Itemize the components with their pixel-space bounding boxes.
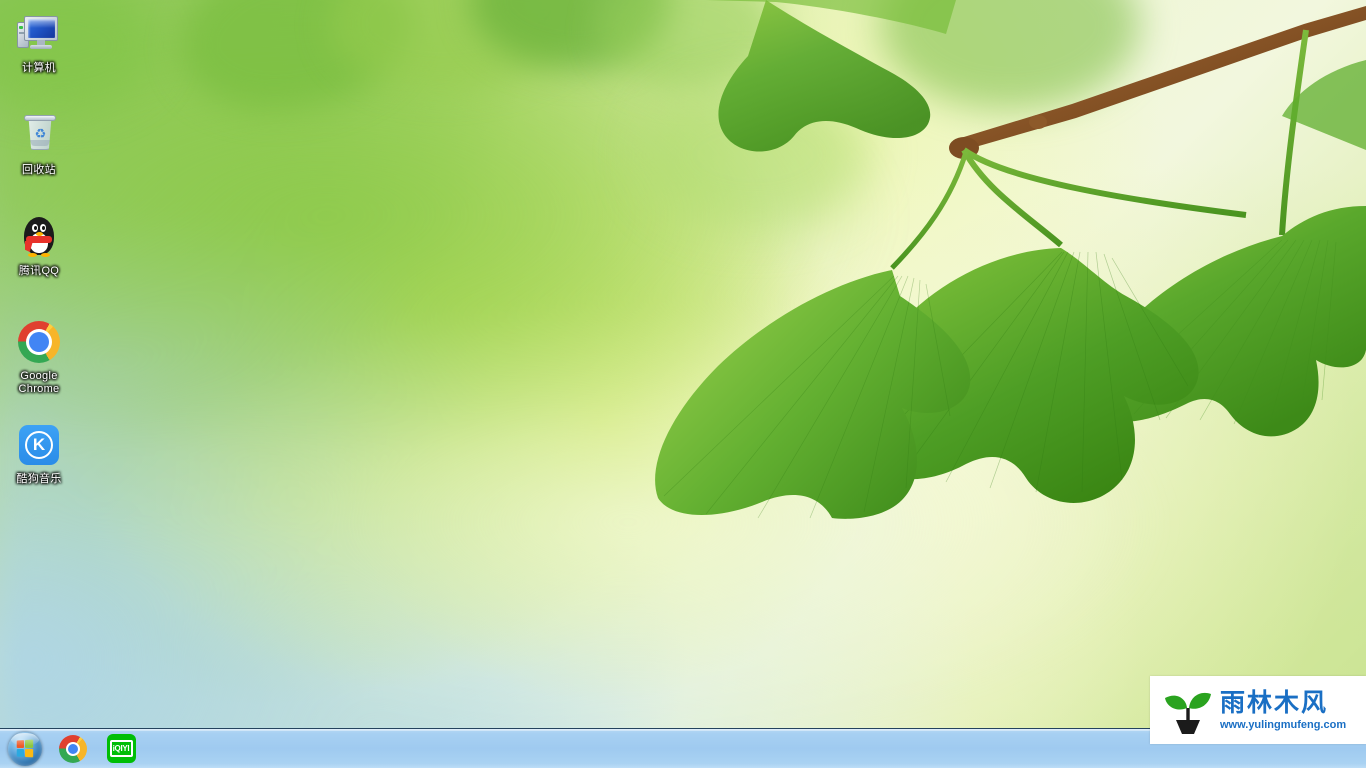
iqiyi-icon: iQIYI [106,734,136,763]
watermark-brand: 雨林木风 [1220,688,1329,717]
sprout-seedling-icon [1160,684,1216,736]
watermark-url: www.yulingmufeng.com [1220,718,1347,731]
desktop-icon-recycle-bin[interactable]: ♻ 回收站 [2,112,76,177]
computer-icon [15,10,63,58]
desktop-icon-grid: 计算机 ♻ 回收站 腾讯QQ Google Chrome K 酷狗音乐 [0,0,110,730]
kugou-icon: K [15,421,63,469]
windows-start-orb-icon [8,731,42,766]
taskbar-item-iqiyi[interactable]: iQIYI [101,731,141,767]
desktop-icon-label: 回收站 [22,164,56,176]
ginkgo-leaf-cluster [606,0,1366,520]
desktop-icon-google-chrome[interactable]: Google Chrome [2,318,76,396]
taskbar-item-chrome[interactable] [53,731,93,767]
desktop[interactable]: 计算机 ♻ 回收站 腾讯QQ Google Chrome K 酷狗音乐 [0,0,1366,768]
desktop-icon-tencent-qq[interactable]: 腾讯QQ [2,213,76,278]
desktop-icon-label: 计算机 [22,62,56,74]
desktop-icon-label: 酷狗音乐 [16,473,62,485]
iqiyi-logo-text: iQIYI [112,743,130,753]
desktop-icon-label: 腾讯QQ [18,265,60,277]
watermark-badge: 雨林木风 www.yulingmufeng.com [1150,676,1366,744]
chrome-icon [15,318,63,366]
start-button[interactable] [5,731,45,767]
desktop-icon-label: Google Chrome [18,370,60,395]
desktop-icon-kugou-music[interactable]: K 酷狗音乐 [2,421,76,486]
qq-penguin-icon [15,213,63,261]
recycle-bin-icon: ♻ [15,112,63,160]
desktop-icon-computer[interactable]: 计算机 [2,10,76,75]
chrome-icon [59,734,87,763]
